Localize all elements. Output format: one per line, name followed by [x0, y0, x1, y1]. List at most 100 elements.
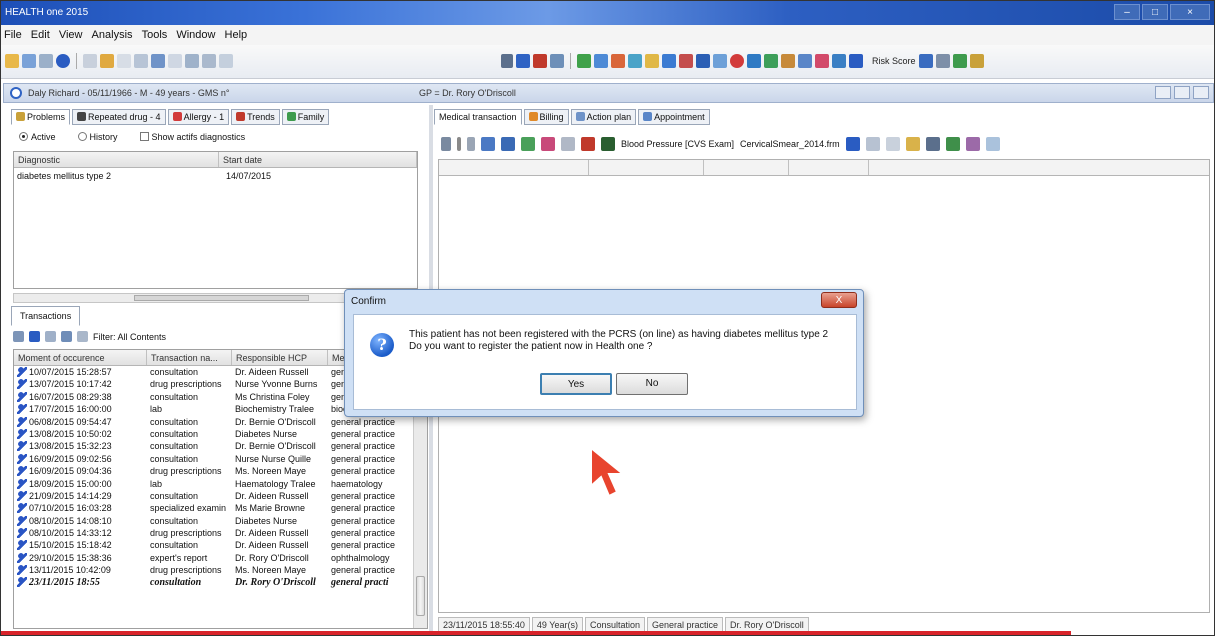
graph-icon[interactable]: [713, 54, 727, 68]
table-row[interactable]: 16/09/2015 09:02:56 consultation Nurse Nur…: [14, 453, 427, 465]
view-icon[interactable]: [61, 331, 72, 342]
page-icon[interactable]: [885, 137, 900, 151]
panel-restore-button[interactable]: [1174, 86, 1190, 99]
table-row[interactable]: 07/10/2015 16:03:28 specialized examin Ms …: [14, 502, 427, 514]
document-icon[interactable]: [45, 331, 56, 342]
tab-problems[interactable]: Problems: [11, 109, 71, 125]
scan-icon[interactable]: [935, 54, 950, 68]
tab-family[interactable]: Family: [281, 109, 330, 125]
risk-score-label[interactable]: Risk Score: [872, 56, 916, 66]
edit-icon[interactable]: [117, 54, 131, 68]
table-row[interactable]: 23/11/2015 18:55 consultation Dr. Rory O'D…: [14, 576, 427, 589]
scale-icon[interactable]: [832, 54, 846, 68]
info-icon[interactable]: [56, 54, 70, 68]
network-icon[interactable]: [516, 54, 530, 68]
tab-transactions[interactable]: Transactions: [11, 306, 81, 326]
list-icon[interactable]: [185, 54, 199, 68]
h-icon[interactable]: [845, 137, 860, 151]
people-icon[interactable]: [594, 54, 608, 68]
binoculars-icon[interactable]: [969, 54, 984, 68]
table-row[interactable]: 29/10/2015 15:38:36 expert's report Dr. Ro…: [14, 552, 427, 564]
maximize-button[interactable]: □: [1142, 4, 1168, 20]
health-heart-icon[interactable]: [952, 54, 967, 68]
save-icon[interactable]: [39, 54, 53, 68]
column-header[interactable]: [589, 160, 704, 175]
new-icon[interactable]: [5, 54, 19, 68]
window-icon[interactable]: [151, 54, 165, 68]
clipboard-icon[interactable]: [168, 54, 182, 68]
menu-tools[interactable]: Tools: [139, 25, 171, 41]
copy-icon[interactable]: [13, 331, 24, 342]
close-window-button[interactable]: ×: [1170, 4, 1210, 20]
chart-icon[interactable]: [533, 54, 547, 68]
heart-rate-icon[interactable]: [679, 54, 693, 68]
tab-medical-transaction[interactable]: Medical transaction: [434, 109, 522, 125]
history-radio[interactable]: History: [77, 132, 118, 142]
panel-close-button[interactable]: [1193, 86, 1209, 99]
tab-allergy[interactable]: Allergy - 1: [167, 109, 230, 125]
calc-icon[interactable]: [925, 137, 940, 151]
menu-help[interactable]: Help: [222, 25, 251, 41]
col-start-date[interactable]: Start date: [219, 152, 417, 167]
flask-icon[interactable]: [611, 54, 625, 68]
table-row[interactable]: 18/09/2015 15:00:00 lab Haematology Tralee…: [14, 478, 427, 490]
bag-icon[interactable]: [781, 54, 795, 68]
bottle-icon[interactable]: [501, 137, 515, 151]
menu-window[interactable]: Window: [173, 25, 218, 41]
column-header[interactable]: [869, 160, 1209, 175]
tab-repeated-drug[interactable]: Repeated drug - 4: [72, 109, 166, 125]
pen-icon[interactable]: [521, 137, 535, 151]
column-header[interactable]: [704, 160, 789, 175]
table-row[interactable]: 21/09/2015 14:14:29 consultation Dr. Aidee…: [14, 490, 427, 502]
lab-icon[interactable]: [581, 137, 595, 151]
grid-icon[interactable]: [134, 54, 148, 68]
column-header[interactable]: [439, 160, 589, 175]
target-icon[interactable]: [730, 54, 744, 68]
bar-icon[interactable]: [457, 137, 461, 151]
report-icon[interactable]: [918, 54, 933, 68]
scroll-thumb[interactable]: [416, 576, 425, 616]
print-icon[interactable]: [865, 137, 880, 151]
col-transaction-name[interactable]: Transaction na...: [147, 350, 232, 365]
pill-icon[interactable]: [628, 54, 642, 68]
table-row[interactable]: 06/08/2015 09:54:47 consultation Dr. Berni…: [14, 416, 427, 428]
menu-file[interactable]: File: [1, 25, 25, 41]
person-pair-icon[interactable]: [965, 137, 980, 151]
blood-pressure-link[interactable]: Blood Pressure [CVS Exam]: [621, 139, 734, 149]
cervical-smear-link[interactable]: CervicalSmear_2014.frm: [740, 139, 840, 149]
page-icon[interactable]: [83, 54, 97, 68]
person-icon[interactable]: [29, 331, 40, 342]
no-button[interactable]: No: [616, 373, 688, 395]
folder-icon[interactable]: [100, 54, 114, 68]
bracket-icon[interactable]: [467, 137, 475, 151]
dialog-close-button[interactable]: X: [821, 292, 857, 308]
col-moment[interactable]: Moment of occurence: [14, 350, 147, 365]
table-row[interactable]: 15/10/2015 15:18:42 consultation Dr. Aidee…: [14, 539, 427, 551]
add-box-icon[interactable]: [481, 137, 495, 151]
menu-view[interactable]: View: [56, 25, 86, 41]
document-icon[interactable]: [662, 54, 676, 68]
folder-stack-icon[interactable]: [798, 54, 812, 68]
key-icon[interactable]: [645, 54, 659, 68]
menu-analysis[interactable]: Analysis: [89, 25, 136, 41]
panel-minimize-button[interactable]: [1155, 86, 1171, 99]
active-radio[interactable]: Active: [19, 132, 56, 142]
tab-billing[interactable]: Billing: [523, 109, 569, 125]
heart-icon[interactable]: [815, 54, 829, 68]
table-row[interactable]: 16/09/2015 09:04:36 drug prescriptions Ms.…: [14, 465, 427, 477]
menu-edit[interactable]: Edit: [28, 25, 53, 41]
marker-icon[interactable]: [441, 137, 451, 151]
table-row[interactable]: 13/11/2015 10:42:09 drug prescriptions Ms.…: [14, 564, 427, 576]
filter-icon[interactable]: [77, 331, 88, 342]
leaf-pen-icon[interactable]: [601, 137, 615, 151]
shield-icon[interactable]: [985, 137, 1000, 151]
leaf-icon[interactable]: [577, 54, 591, 68]
column-header[interactable]: [789, 160, 869, 175]
table-row[interactable]: 13/08/2015 15:32:23 consultation Dr. Berni…: [14, 440, 427, 452]
hospital-icon[interactable]: [696, 54, 710, 68]
tab-action-plan[interactable]: Action plan: [570, 109, 637, 125]
table-row[interactable]: 13/08/2015 10:50:02 consultation Diabetes …: [14, 428, 427, 440]
open-icon[interactable]: [22, 54, 36, 68]
calendar-icon[interactable]: [550, 54, 564, 68]
yes-button[interactable]: Yes: [540, 373, 612, 395]
